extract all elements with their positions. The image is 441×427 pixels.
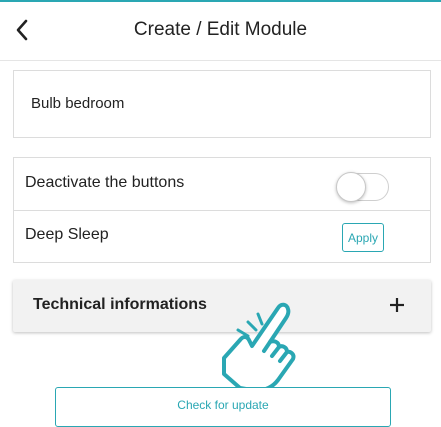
deep-sleep-label: Deep Sleep [25,226,109,243]
deactivate-buttons-toggle[interactable] [336,172,389,202]
apply-button[interactable]: Apply [342,223,384,252]
deactivate-buttons-row: Deactivate the buttons [14,158,430,211]
app-header: Create / Edit Module [0,2,441,61]
check-for-update-button[interactable]: Check for update [55,387,391,427]
deep-sleep-row: Deep Sleep Apply [14,210,430,262]
toggle-knob [336,172,366,202]
module-name: Bulb bedroom [31,95,125,112]
technical-informations-label: Technical informations [33,296,207,313]
page-title: Create / Edit Module [133,19,308,40]
plus-icon[interactable] [388,293,406,317]
tap-hand-icon [222,302,296,393]
deactivate-buttons-label: Deactivate the buttons [25,174,185,191]
settings-card: Deactivate the buttons Deep Sleep Apply [13,157,431,263]
module-name-card[interactable]: Bulb bedroom [13,70,431,138]
